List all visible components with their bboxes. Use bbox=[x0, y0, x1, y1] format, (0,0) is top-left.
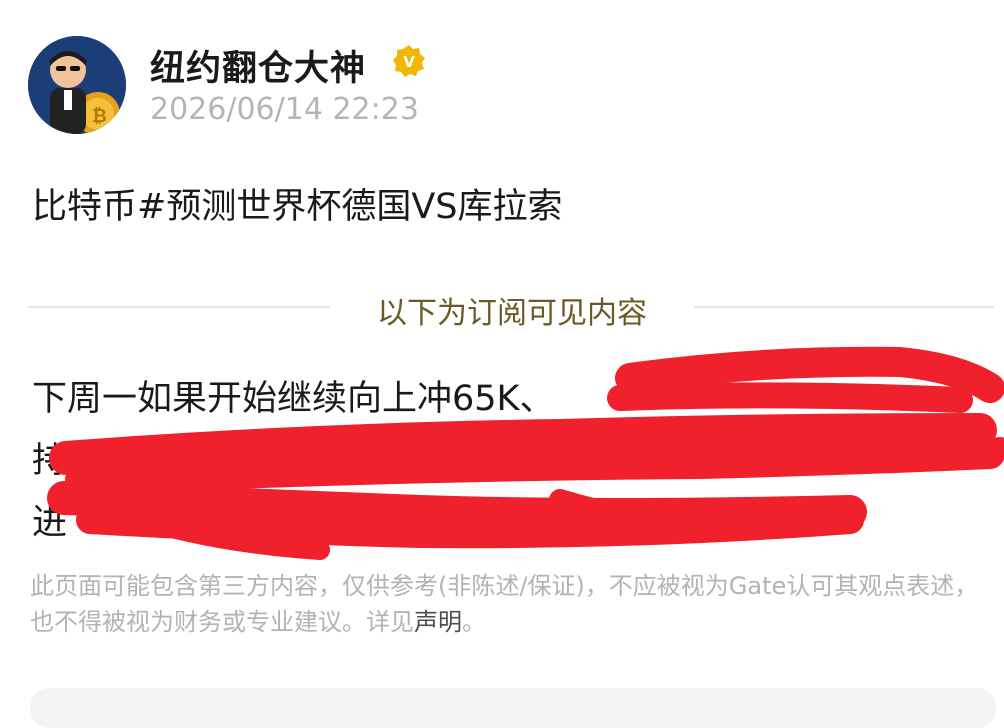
disclaimer-text: 此页面可能包含第三方内容，仅供参考(非陈述/保证)，不应被视为Gate认可其观点… bbox=[30, 572, 979, 636]
disclaimer-suffix: 。 bbox=[462, 608, 486, 636]
bottom-card bbox=[30, 688, 996, 728]
disclaimer: 此页面可能包含第三方内容，仅供参考(非陈述/保证)，不应被视为Gate认可其观点… bbox=[30, 568, 996, 640]
disclaimer-link[interactable]: 声明 bbox=[414, 608, 462, 636]
